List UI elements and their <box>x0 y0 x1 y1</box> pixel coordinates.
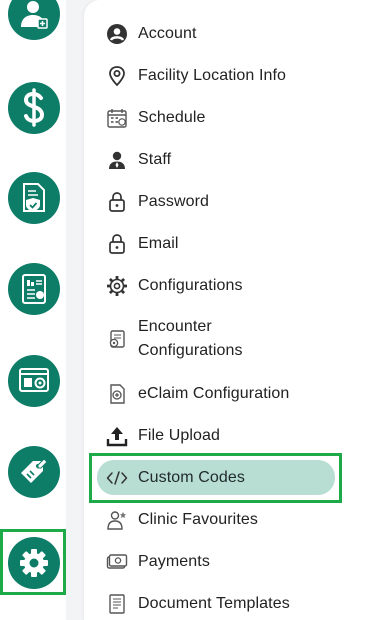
menu-item-account[interactable]: Account <box>104 17 374 51</box>
payments-icon <box>104 550 130 574</box>
rail-dashboard-button[interactable] <box>8 355 60 407</box>
encounter-config-icon <box>104 327 130 351</box>
upload-icon <box>104 424 130 448</box>
menu-item-label: Clinic Favourites <box>138 511 258 528</box>
menu-item-label: Payments <box>138 553 210 570</box>
edit-tag-icon <box>21 458 48 483</box>
lock-icon <box>104 190 130 214</box>
menu-item-label: Facility Location Info <box>138 67 287 84</box>
menu-item-label: File Upload <box>138 427 221 444</box>
insurance-document-icon <box>23 183 45 212</box>
menu-item-facility-location-info[interactable]: Facility Location Info <box>104 59 374 93</box>
menu-item-label: Password <box>138 193 210 210</box>
menu-item-label: Email <box>138 235 179 252</box>
rail-add-doctor-button[interactable] <box>8 0 60 40</box>
menu-item-label: Schedule <box>138 109 206 126</box>
gear-icon <box>104 274 130 298</box>
menu-item-label: Document Templates <box>138 595 290 612</box>
clinic-favourites-icon <box>104 508 130 532</box>
rail-billing-button[interactable] <box>8 82 60 134</box>
menu-item-password[interactable]: Password <box>104 185 374 219</box>
account-icon <box>104 22 130 46</box>
rail-edit-tag-button[interactable] <box>8 446 60 498</box>
reports-icon <box>22 274 46 304</box>
menu-item-configurations[interactable]: Configurations <box>104 269 374 303</box>
add-doctor-icon <box>21 1 48 29</box>
menu-item-label-line2: Configurations <box>138 342 243 359</box>
menu-item-payments[interactable]: Payments <box>104 545 374 579</box>
lock-icon <box>104 232 130 256</box>
calendar-icon <box>104 106 130 130</box>
menu-item-label: Configurations <box>138 277 243 294</box>
active-item-highlight-frame <box>89 453 342 503</box>
staff-icon <box>104 148 130 172</box>
menu-item-label: eClaim Configuration <box>138 385 290 402</box>
menu-item-staff[interactable]: Staff <box>104 143 374 177</box>
menu-item-label-line1: Encounter <box>138 318 212 335</box>
rail-insurance-button[interactable] <box>8 172 60 224</box>
eclaim-icon <box>104 382 130 406</box>
icon-rail <box>0 0 66 620</box>
rail-reports-button[interactable] <box>8 263 60 315</box>
dashboard-settings-icon <box>19 368 49 392</box>
menu-item-eclaim-configuration[interactable]: eClaim Configuration <box>104 377 374 411</box>
rail-active-highlight-frame <box>0 529 66 595</box>
menu-item-clinic-favourites[interactable]: Clinic Favourites <box>104 503 374 537</box>
menu-item-label: Account <box>138 25 197 42</box>
menu-item-file-upload[interactable]: File Upload <box>104 419 374 453</box>
menu-item-schedule[interactable]: Schedule <box>104 101 374 135</box>
menu-item-label: Encounter Configurations <box>138 315 243 363</box>
menu-item-email[interactable]: Email <box>104 227 374 261</box>
menu-item-document-templates[interactable]: Document Templates <box>104 587 374 620</box>
menu-item-encounter-configurations[interactable]: Encounter Configurations <box>104 313 374 365</box>
document-template-icon <box>104 592 130 616</box>
menu-item-label: Staff <box>138 151 172 168</box>
location-pin-icon <box>104 64 130 88</box>
dollar-icon <box>23 88 45 127</box>
